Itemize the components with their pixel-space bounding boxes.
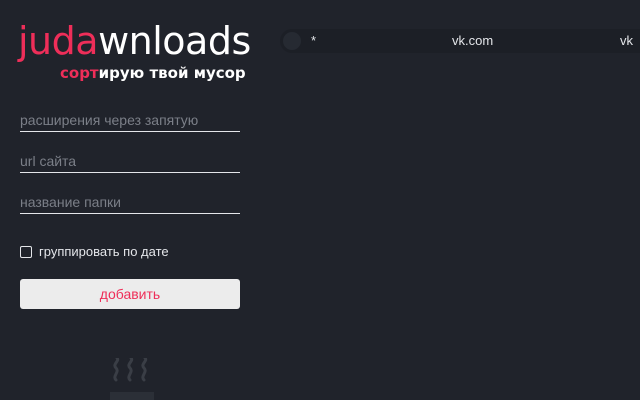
extensions-input[interactable] bbox=[20, 109, 240, 132]
rule-url: vk.com bbox=[452, 33, 494, 48]
logo: judawnloads bbox=[18, 20, 251, 62]
add-button[interactable]: добавить bbox=[20, 279, 240, 309]
logo-rest-text: wnloads bbox=[98, 19, 251, 63]
group-by-date-checkbox[interactable] bbox=[20, 245, 32, 258]
logo-accent-text: juda bbox=[18, 19, 99, 63]
rule-row[interactable]: * vk.com vk bbox=[280, 29, 640, 53]
rule-extensions: * bbox=[311, 33, 317, 48]
steam-cup-icon bbox=[110, 358, 154, 400]
group-by-date-option[interactable]: группировать по дате bbox=[20, 244, 169, 259]
url-input[interactable] bbox=[20, 150, 240, 173]
tagline: сортирую твой мусор bbox=[60, 64, 246, 82]
circle-dot-icon[interactable] bbox=[283, 32, 301, 50]
rule-folder: vk bbox=[620, 33, 633, 48]
tagline-accent-text: сорт bbox=[60, 64, 99, 82]
left-panel: judawnloads сортирую твой мусор группиро… bbox=[0, 0, 260, 400]
tagline-rest-text: ирую твой мусор bbox=[98, 64, 246, 82]
group-by-date-label: группировать по дате bbox=[39, 244, 169, 259]
folder-name-input[interactable] bbox=[20, 191, 240, 214]
